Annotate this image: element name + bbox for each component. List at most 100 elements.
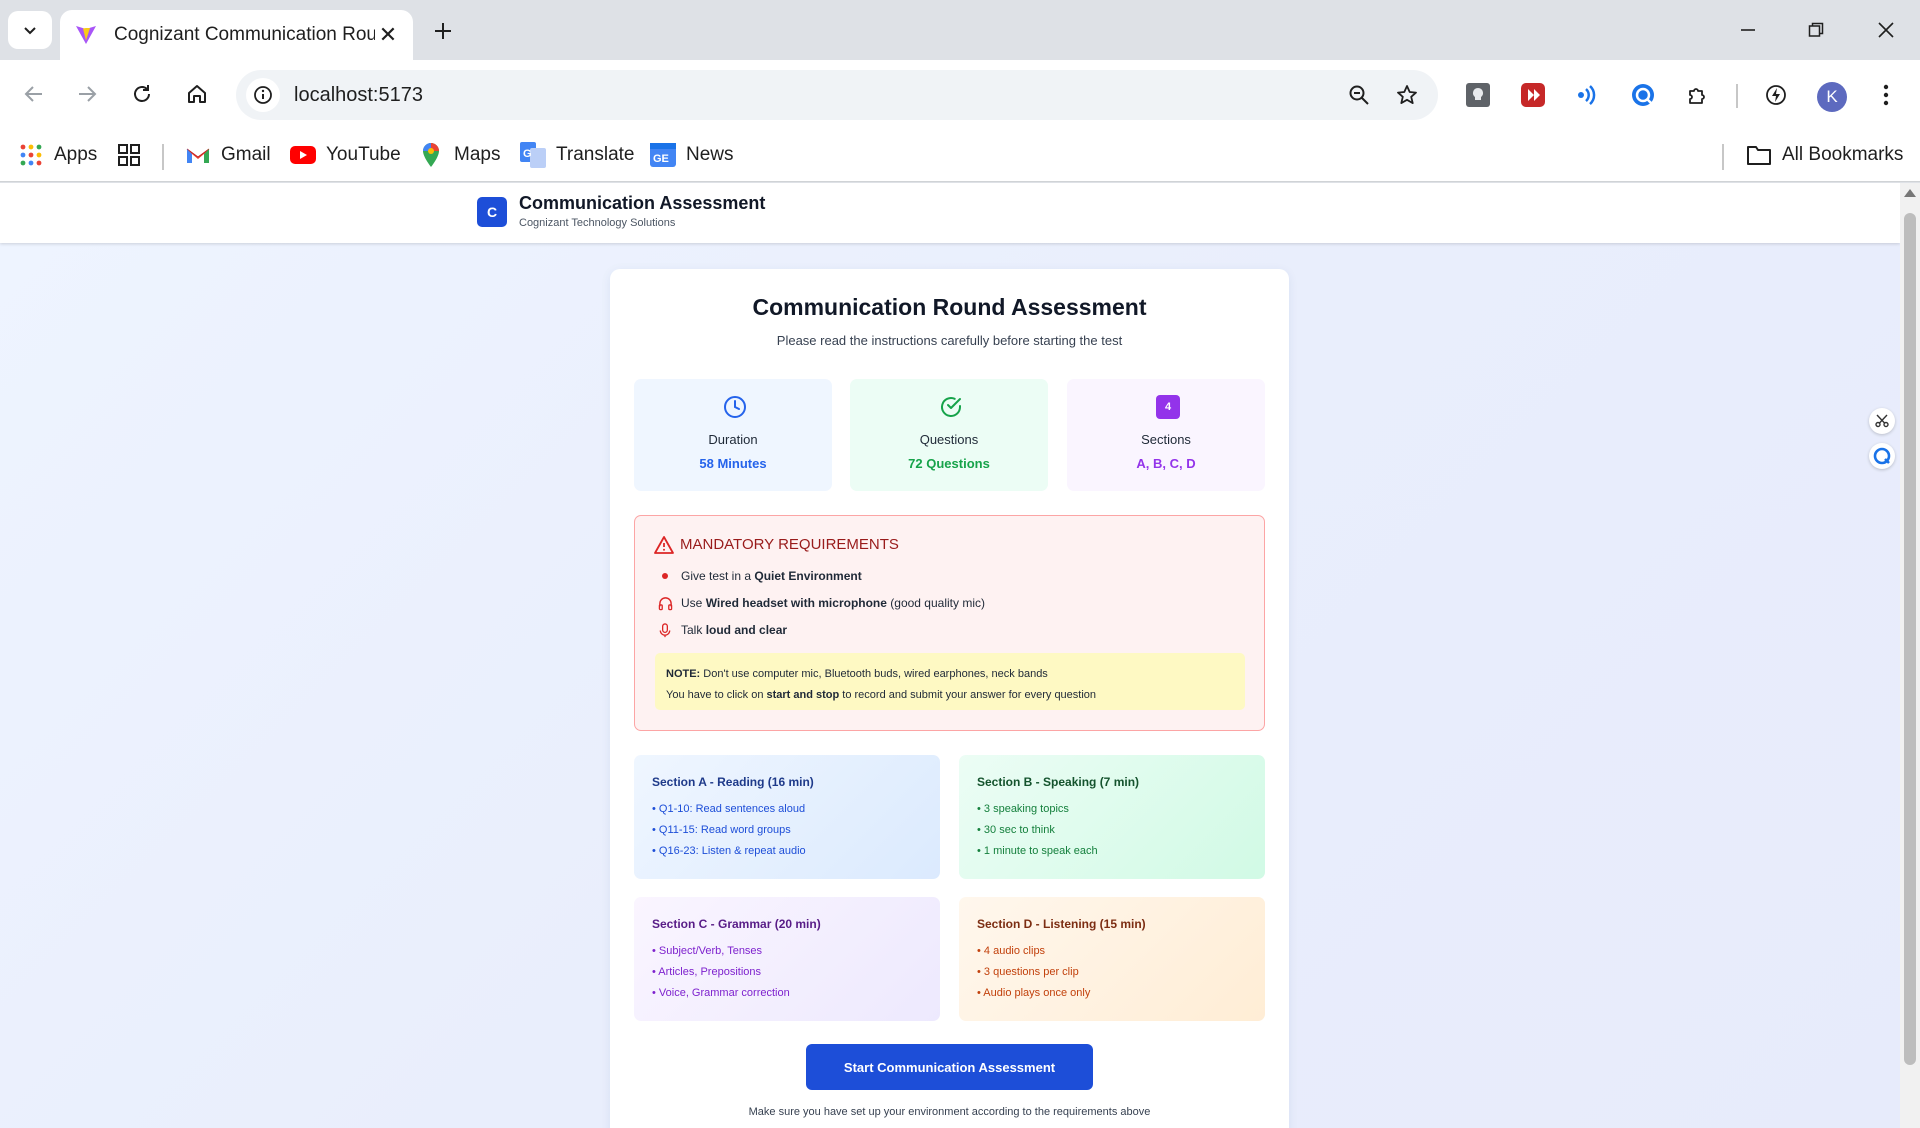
sections-badge-icon: 4 xyxy=(1156,395,1180,419)
requirement-emphasis: loud and clear xyxy=(705,623,788,637)
tab-search-button[interactable] xyxy=(8,11,52,49)
all-bookmarks-button[interactable]: All Bookmarks xyxy=(1746,140,1903,170)
url-text[interactable]: localhost:5173 xyxy=(294,84,1342,107)
site-info-button[interactable] xyxy=(246,78,280,112)
section-item: • Q11-15: Read word groups xyxy=(652,824,791,836)
all-bookmarks-label: All Bookmarks xyxy=(1782,144,1904,165)
sections-count-badge: 4 xyxy=(1156,395,1180,419)
extensions-menu-button[interactable] xyxy=(1680,77,1716,113)
reload-icon xyxy=(134,85,150,102)
bookmark-translate[interactable]: G Translate xyxy=(520,140,635,170)
extension-4[interactable] xyxy=(1625,77,1661,113)
section-item: • 1 minute to speak each xyxy=(977,845,1098,857)
tab-groups-button[interactable] xyxy=(116,140,152,170)
gmail-icon xyxy=(185,142,211,168)
side-chat-widget[interactable] xyxy=(1869,443,1895,469)
extension-1[interactable] xyxy=(1460,77,1496,113)
more-vertical-icon xyxy=(1883,84,1889,106)
app-header: C Communication Assessment Cognizant Tec… xyxy=(0,183,1900,243)
bookmark-news[interactable]: GE News xyxy=(650,140,734,170)
folder-icon xyxy=(1746,142,1772,168)
section-item: • Subject/Verb, Tenses xyxy=(652,945,763,957)
requirement-item: Talk loud and clear xyxy=(657,622,787,638)
app-subtitle: Cognizant Technology Solutions xyxy=(519,217,676,229)
scrollbar-thumb[interactable] xyxy=(1904,213,1916,1065)
stat-label: Duration xyxy=(708,432,758,447)
tab-close-icon[interactable]: ✕ xyxy=(375,22,401,48)
bookmark-maps[interactable]: Maps xyxy=(418,140,500,170)
stat-sections: 4 Sections A, B, C, D xyxy=(1067,379,1265,491)
bookmark-gmail[interactable]: Gmail xyxy=(185,140,271,170)
bookmark-label: Maps xyxy=(454,144,501,165)
extension-3[interactable] xyxy=(1570,77,1606,113)
svg-text:G: G xyxy=(523,148,532,160)
footer-note: Make sure you have set up your environme… xyxy=(748,1106,1151,1118)
performance-icon xyxy=(1766,85,1786,105)
stat-duration: Duration 58 Minutes xyxy=(634,379,832,491)
app-logo: C xyxy=(477,197,507,227)
minimize-button[interactable] xyxy=(1723,10,1773,50)
toolbar-separator xyxy=(1736,84,1738,108)
extension-signal-icon xyxy=(1578,85,1596,105)
extension-2[interactable] xyxy=(1515,77,1551,113)
side-scissors-widget[interactable] xyxy=(1869,408,1895,434)
restore-icon xyxy=(1808,22,1824,37)
close-window-button[interactable] xyxy=(1861,10,1911,50)
page-viewport: C Communication Assessment Cognizant Tec… xyxy=(0,183,1900,1128)
requirements-box: MANDATORY REQUIREMENTS Give test in a Qu… xyxy=(634,515,1265,731)
back-button[interactable] xyxy=(14,74,54,114)
restore-button[interactable] xyxy=(1791,10,1841,50)
browser-tab[interactable]: Cognizant Communication Round ✕ xyxy=(60,10,413,60)
section-item: • Q16-23: Listen & repeat audio xyxy=(652,845,806,857)
section-item: • Articles, Prepositions xyxy=(652,966,762,978)
requirement-emphasis: Quiet Environment xyxy=(754,569,862,583)
browser-menu-button[interactable] xyxy=(1868,77,1904,113)
vite-favicon-icon xyxy=(76,26,96,44)
bookmarks-separator xyxy=(162,144,164,170)
section-title: Section C - Grammar (20 min) xyxy=(652,917,821,931)
bookmark-star-button[interactable] xyxy=(1390,78,1424,112)
stat-value: 58 Minutes xyxy=(699,456,767,471)
stat-value: A, B, C, D xyxy=(1136,456,1196,471)
maps-icon xyxy=(418,142,444,168)
profile-avatar[interactable]: K xyxy=(1817,82,1847,112)
assessment-card: Communication Round Assessment Please re… xyxy=(610,269,1289,1128)
bookmark-label: News xyxy=(686,144,734,165)
bookmark-apps[interactable]: Apps xyxy=(18,140,97,170)
svg-text:GE: GE xyxy=(653,153,669,165)
bookmark-label: Translate xyxy=(556,144,635,165)
bookmark-label: YouTube xyxy=(326,144,401,165)
performance-button[interactable] xyxy=(1758,77,1794,113)
note-label: NOTE: xyxy=(666,668,701,680)
tab-title: Cognizant Communication Round xyxy=(114,24,375,45)
zoom-button[interactable] xyxy=(1342,78,1376,112)
youtube-icon xyxy=(290,142,316,168)
section-item: • 4 audio clips xyxy=(977,945,1046,957)
page-scrollbar[interactable] xyxy=(1900,183,1920,1128)
note-line-2: You have to click on start and stop to r… xyxy=(666,689,1097,701)
reload-button[interactable] xyxy=(122,74,162,114)
section-item: • Voice, Grammar correction xyxy=(652,987,790,999)
new-tab-button[interactable] xyxy=(428,16,458,46)
address-bar[interactable]: localhost:5173 xyxy=(236,70,1438,120)
minimize-icon xyxy=(1741,29,1755,31)
scroll-up-arrow[interactable] xyxy=(1904,189,1916,197)
warning-icon xyxy=(654,536,674,554)
requirement-item: Use Wired headset with microphone (good … xyxy=(657,595,985,611)
home-button[interactable] xyxy=(177,74,217,114)
start-assessment-button[interactable]: Start Communication Assessment xyxy=(806,1044,1093,1090)
section-item: • 3 questions per clip xyxy=(977,966,1079,978)
stat-label: Questions xyxy=(919,432,979,447)
bookmark-youtube[interactable]: YouTube xyxy=(290,140,401,170)
bookmarks-bar: Apps Gmail YouTube Maps G Translate GE N… xyxy=(0,130,1920,182)
stat-label: Sections xyxy=(1141,432,1191,447)
requirement-item: Give test in a Quiet Environment xyxy=(657,568,862,584)
bookmarks-separator xyxy=(1722,144,1724,170)
clock-icon xyxy=(723,395,747,419)
stat-questions: Questions 72 Questions xyxy=(850,379,1048,491)
home-icon xyxy=(188,85,206,103)
star-icon xyxy=(1397,85,1417,104)
section-item: • Audio plays once only xyxy=(977,987,1091,999)
forward-button[interactable] xyxy=(67,74,107,114)
requirements-title: MANDATORY REQUIREMENTS xyxy=(680,536,899,553)
